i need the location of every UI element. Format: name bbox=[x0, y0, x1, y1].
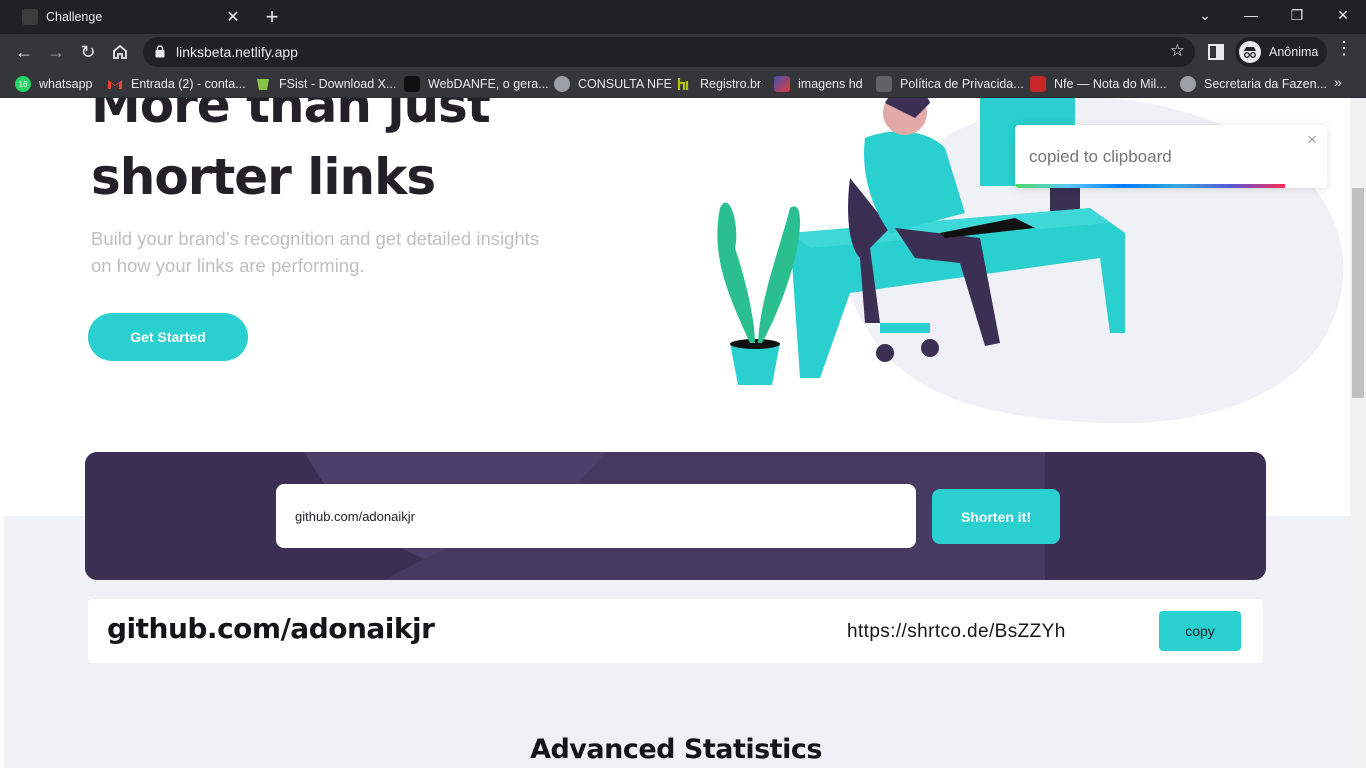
back-icon[interactable]: ← bbox=[10, 38, 38, 66]
restore-icon[interactable]: ❐ bbox=[1274, 0, 1320, 30]
tab-strip: Challenge ✕ + ⌄ — ❐ ✕ bbox=[0, 0, 1366, 34]
page-viewport: More than just shorter links Build your … bbox=[0, 98, 1366, 768]
globe-icon bbox=[1180, 76, 1196, 92]
profile-button[interactable]: Anônima bbox=[1235, 37, 1327, 67]
copy-button[interactable]: copy bbox=[1159, 611, 1241, 651]
original-link: github.com/adonaikjr bbox=[107, 612, 435, 645]
toast-message: copied to clipboard bbox=[1029, 147, 1172, 166]
url-text: linksbeta.netlify.app bbox=[176, 44, 298, 60]
bookmark-label: FSist - Download X... bbox=[279, 77, 397, 91]
toast-close-icon[interactable]: × bbox=[1307, 130, 1317, 150]
incognito-icon bbox=[1239, 41, 1261, 63]
hero-title-line-1: More than just bbox=[91, 98, 491, 134]
bookmarks-overflow-icon[interactable]: » bbox=[1334, 74, 1342, 90]
bookmark-label: Política de Privacida... bbox=[900, 77, 1024, 91]
bookmarks-bar: 16 whatsapp Entrada (2) - conta... FSist… bbox=[0, 70, 1366, 98]
toast-progress-bar bbox=[1015, 184, 1285, 188]
get-started-button[interactable]: Get Started bbox=[88, 313, 248, 361]
bookmark-label: Registro.br bbox=[700, 77, 762, 91]
tab-favicon-icon bbox=[22, 9, 38, 25]
browser-tab[interactable]: Challenge ✕ bbox=[8, 0, 250, 34]
tab-title: Challenge bbox=[46, 10, 103, 24]
bookmark-label: WebDANFE, o gera... bbox=[428, 77, 549, 91]
scrollbar-thumb[interactable] bbox=[1352, 188, 1364, 398]
globe-icon bbox=[554, 76, 570, 92]
bookmark-label: Entrada (2) - conta... bbox=[131, 77, 246, 91]
reload-icon[interactable]: ↻ bbox=[74, 38, 102, 66]
toast-notification: copied to clipboard × bbox=[1015, 125, 1327, 188]
bookmark-label: Nfe — Nota do Mil... bbox=[1054, 77, 1167, 91]
bookmark-label: CONSULTA NFE bbox=[578, 77, 672, 91]
bookmark-star-icon[interactable]: ☆ bbox=[1170, 41, 1185, 61]
bookmark-consulta-nfe[interactable]: CONSULTA NFE bbox=[554, 74, 672, 94]
bookmark-nfe[interactable]: Nfe — Nota do Mil... bbox=[1030, 74, 1167, 94]
home-icon[interactable] bbox=[106, 38, 134, 66]
shorten-button[interactable]: Shorten it! bbox=[932, 489, 1060, 544]
browser-menu-icon[interactable]: ⋮ bbox=[1334, 38, 1354, 59]
bookmark-secretaria[interactable]: Secretaria da Fazen... bbox=[1180, 74, 1327, 94]
fsist-icon bbox=[255, 76, 271, 92]
gmail-icon bbox=[107, 76, 123, 92]
politica-icon bbox=[876, 76, 892, 92]
address-bar[interactable]: linksbeta.netlify.app ☆ bbox=[143, 37, 1195, 67]
bookmark-label: whatsapp bbox=[39, 77, 93, 91]
whatsapp-icon: 16 bbox=[15, 76, 31, 92]
result-card: github.com/adonaikjr https://shrtco.de/B… bbox=[88, 599, 1263, 663]
side-panel-icon[interactable] bbox=[1205, 41, 1227, 63]
lock-icon bbox=[155, 45, 165, 58]
new-tab-icon[interactable]: + bbox=[260, 6, 284, 28]
bookmark-label: imagens hd bbox=[798, 77, 863, 91]
nfe-icon bbox=[1030, 76, 1046, 92]
hero-title-line-2: shorter links bbox=[91, 148, 436, 206]
short-link[interactable]: https://shrtco.de/BsZZYh bbox=[847, 621, 1066, 643]
window-close-icon[interactable]: ✕ bbox=[1320, 0, 1366, 30]
imagens-hd-icon bbox=[774, 76, 790, 92]
browser-toolbar: ← → ↻ linksbeta.netlify.app ☆ Anônima ⋮ bbox=[0, 34, 1366, 70]
minimize-icon[interactable]: — bbox=[1228, 0, 1274, 30]
section-title: Advanced Statistics bbox=[530, 734, 822, 765]
bookmark-imagens-hd[interactable]: imagens hd bbox=[774, 74, 863, 94]
hero-subtitle: Build your brand’s recognition and get d… bbox=[91, 228, 540, 276]
page-scrollbar[interactable] bbox=[1350, 98, 1366, 768]
webdanfe-icon bbox=[404, 76, 420, 92]
url-input[interactable] bbox=[276, 484, 916, 548]
bookmark-politica[interactable]: Política de Privacida... bbox=[876, 74, 1024, 94]
bookmark-gmail[interactable]: Entrada (2) - conta... bbox=[107, 74, 246, 94]
forward-icon[interactable]: → bbox=[42, 38, 70, 66]
tab-search-icon[interactable]: ⌄ bbox=[1182, 0, 1228, 30]
profile-label: Anônima bbox=[1269, 45, 1319, 59]
bookmark-registro[interactable]: Registro.br bbox=[676, 74, 761, 94]
bookmark-fsist[interactable]: FSist - Download X... bbox=[255, 74, 396, 94]
tab-close-icon[interactable]: ✕ bbox=[222, 7, 244, 27]
bookmark-webdanfe[interactable]: WebDANFE, o gera... bbox=[404, 74, 549, 94]
registro-icon bbox=[676, 76, 692, 92]
bookmark-label: Secretaria da Fazen... bbox=[1204, 77, 1327, 91]
bookmark-whatsapp[interactable]: 16 whatsapp bbox=[15, 74, 93, 94]
